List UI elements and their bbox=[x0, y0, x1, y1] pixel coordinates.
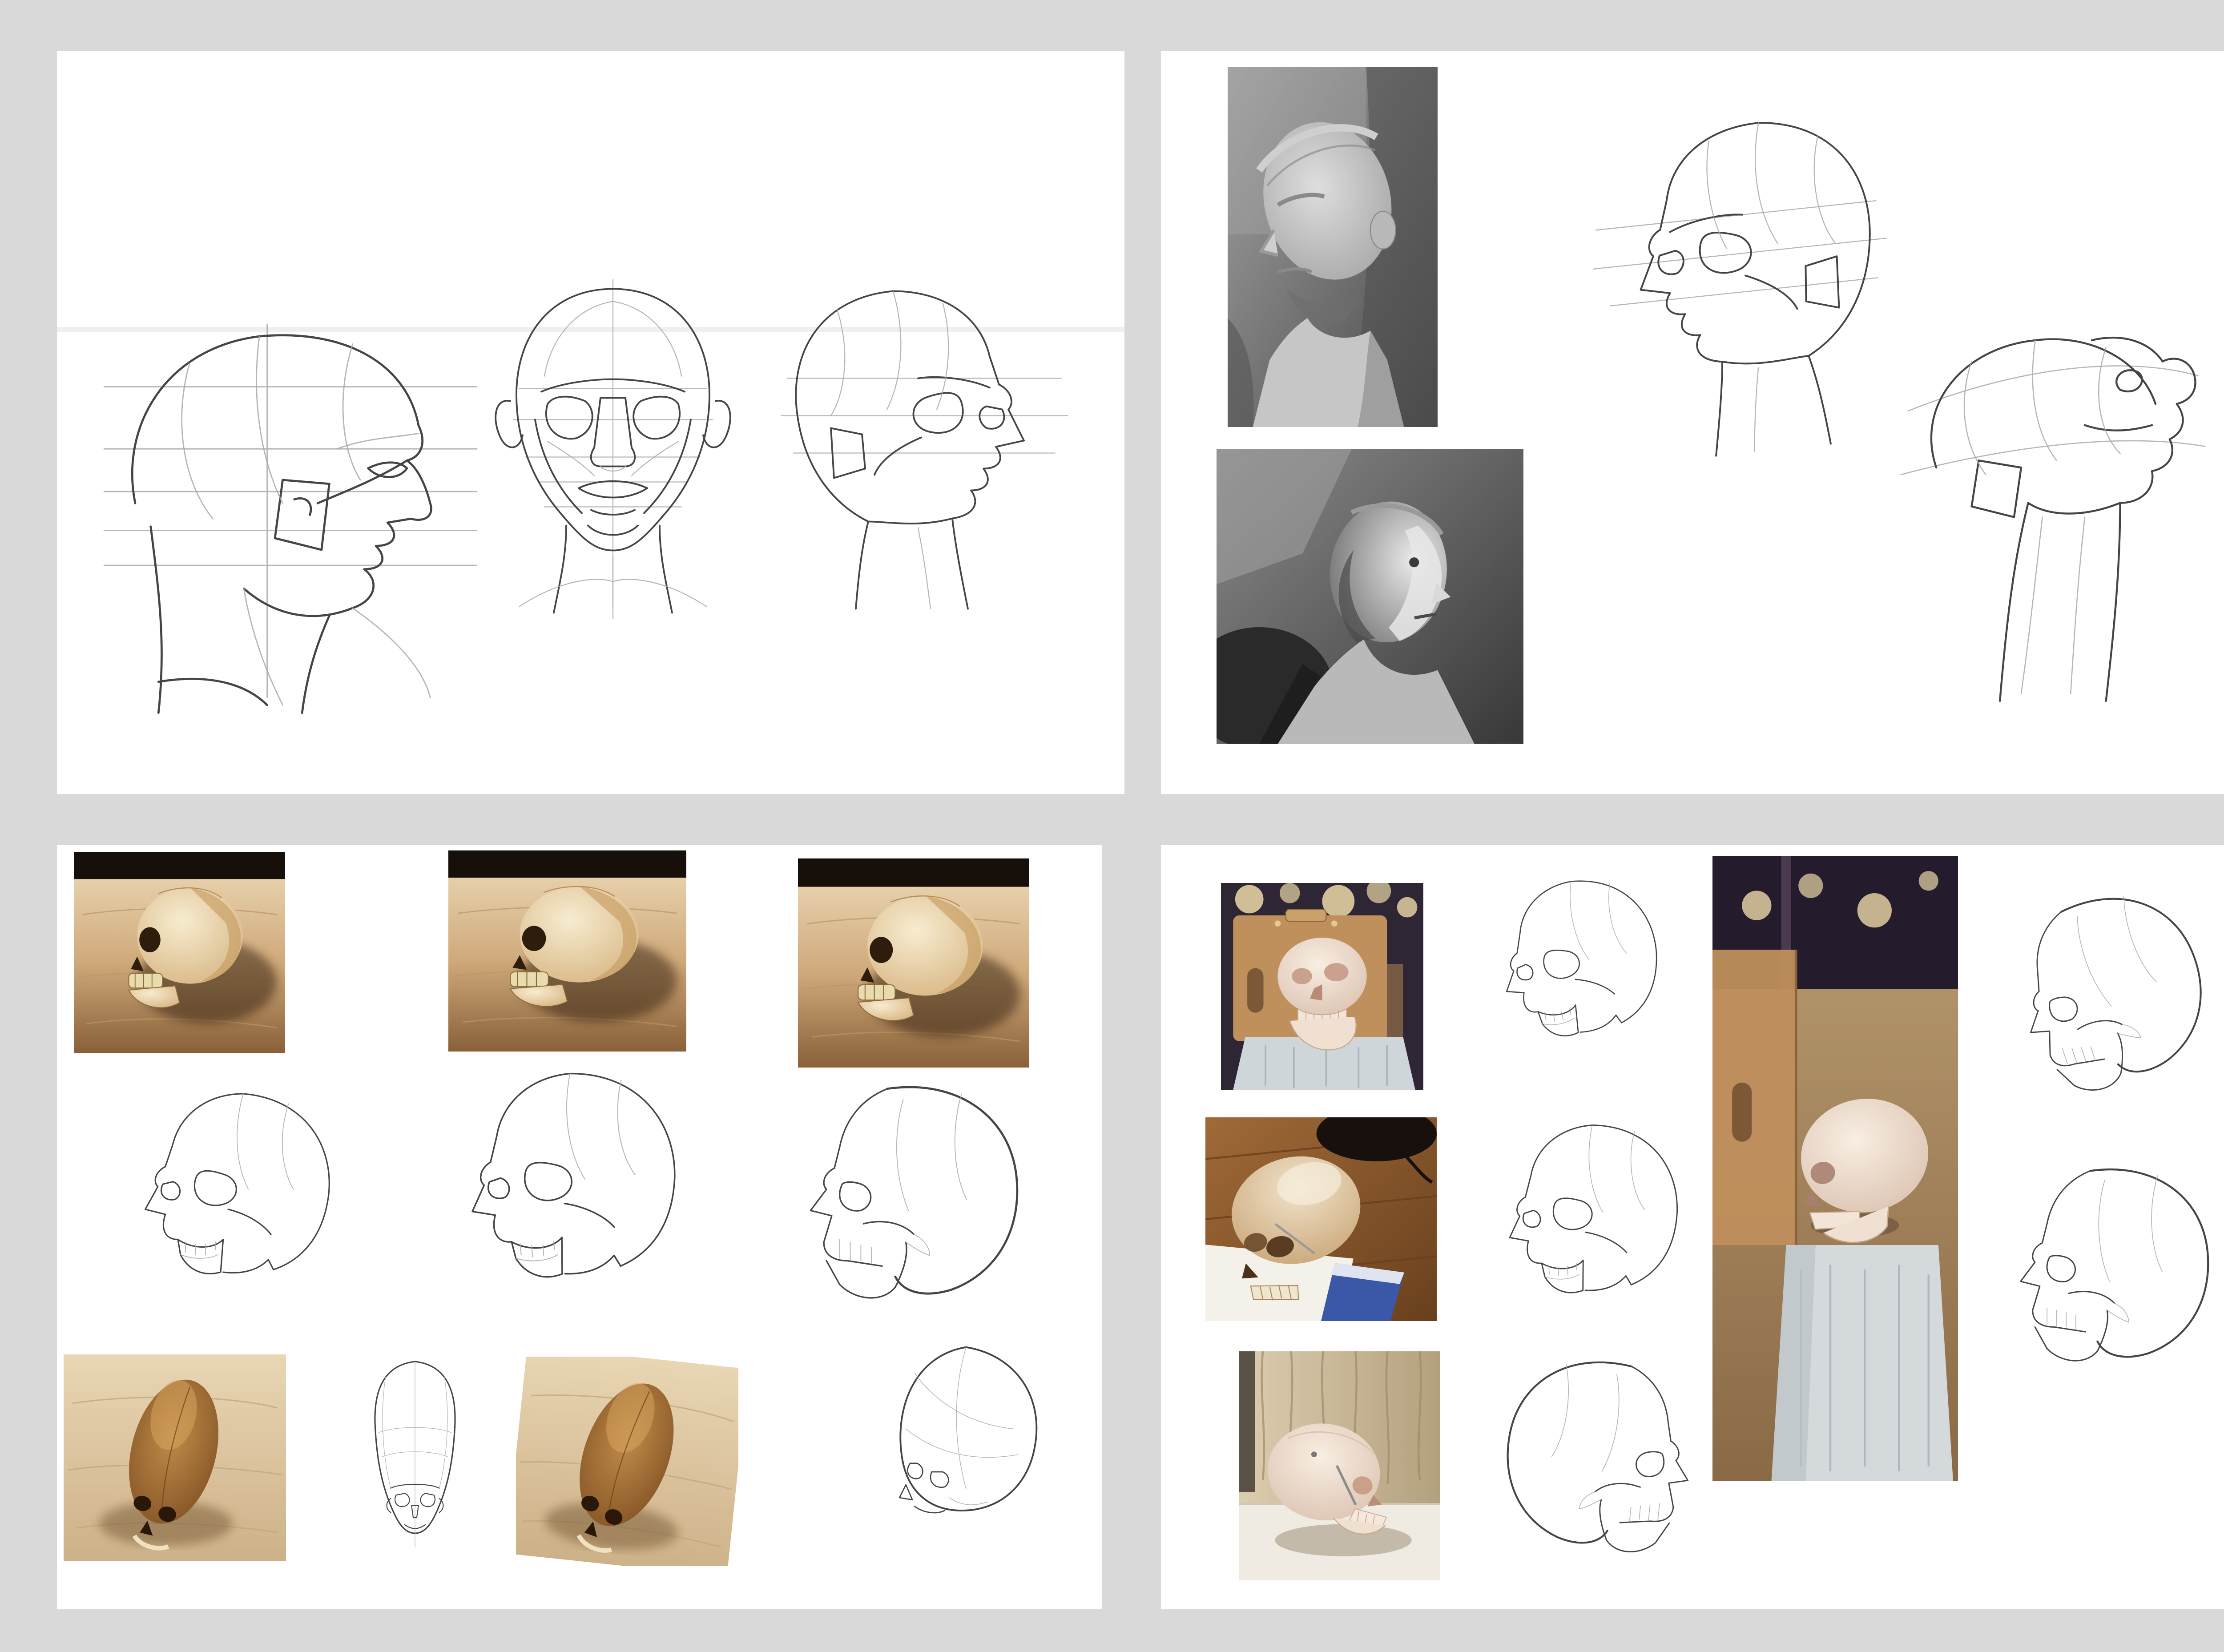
photo-head-up bbox=[1217, 449, 1523, 744]
sketch-head-threequarter bbox=[769, 193, 1080, 709]
artwork bbox=[1463, 1350, 1741, 1584]
artwork bbox=[809, 1330, 1098, 1588]
photo-skull-curtain bbox=[1239, 1351, 1440, 1580]
artwork bbox=[1873, 249, 2224, 785]
sketch-head-front bbox=[457, 189, 769, 709]
artwork bbox=[1995, 878, 2224, 1125]
photo-skull-threequarter-2 bbox=[448, 850, 686, 1052]
sketch-head-tilted-up bbox=[1873, 249, 2224, 785]
photo-brown-skull-top-1 bbox=[64, 1354, 286, 1561]
sketch-head-threequarter-down bbox=[1583, 58, 1904, 523]
sketch-skull-threequarter-1 bbox=[75, 1079, 382, 1330]
photo-skull-open-jaw bbox=[798, 858, 1029, 1068]
artwork bbox=[328, 1343, 502, 1588]
sketch-skull-threequarter-tilted bbox=[1468, 870, 1681, 1081]
panel-planar-heads bbox=[57, 51, 1124, 794]
photograph bbox=[1239, 1351, 1440, 1580]
artwork bbox=[1468, 870, 1681, 1081]
photograph bbox=[798, 858, 1029, 1068]
photograph bbox=[1205, 1117, 1437, 1321]
panel-reference-heads bbox=[1161, 51, 2224, 794]
photo-brown-skull-top-2 bbox=[516, 1357, 738, 1566]
artwork bbox=[419, 1058, 709, 1338]
artwork bbox=[769, 193, 1080, 709]
artwork bbox=[1583, 58, 1904, 523]
sketch-skull-front-top bbox=[328, 1343, 502, 1588]
photograph bbox=[448, 850, 686, 1052]
artwork bbox=[88, 309, 493, 736]
sketch-skull-threequarter-2 bbox=[1460, 1112, 1711, 1343]
photo-skull-pedestal bbox=[1712, 856, 1958, 1481]
photograph bbox=[1221, 883, 1423, 1090]
photograph bbox=[74, 852, 285, 1053]
sketch-head-profile bbox=[88, 309, 493, 736]
artwork bbox=[457, 189, 769, 709]
photograph bbox=[516, 1357, 738, 1566]
sketch-skull-top-back bbox=[809, 1330, 1098, 1588]
artwork bbox=[1984, 1156, 2224, 1397]
photograph bbox=[1217, 449, 1523, 744]
sketch-skull-profile-right bbox=[1463, 1350, 1741, 1584]
photo-skull-threequarter-1 bbox=[74, 852, 285, 1053]
panel-sepia-skulls bbox=[57, 845, 1102, 1609]
sketch-skull-side bbox=[765, 1073, 1052, 1338]
photo-skull-blue-book bbox=[1205, 1117, 1437, 1321]
study-collage bbox=[0, 0, 2224, 1652]
artwork bbox=[75, 1079, 382, 1330]
photograph bbox=[64, 1354, 286, 1561]
photo-head-down bbox=[1228, 67, 1438, 427]
photo-skull-clipboard bbox=[1221, 883, 1423, 1090]
artwork bbox=[1460, 1112, 1711, 1343]
photograph bbox=[1228, 67, 1438, 427]
photograph bbox=[1712, 856, 1958, 1481]
artwork bbox=[765, 1073, 1052, 1338]
sketch-skull-profile bbox=[1984, 1156, 2224, 1397]
sketch-skull-profile-tilted bbox=[1995, 878, 2224, 1125]
panel-model-skulls bbox=[1161, 845, 2224, 1609]
sketch-skull-threequarter-2 bbox=[419, 1058, 709, 1338]
